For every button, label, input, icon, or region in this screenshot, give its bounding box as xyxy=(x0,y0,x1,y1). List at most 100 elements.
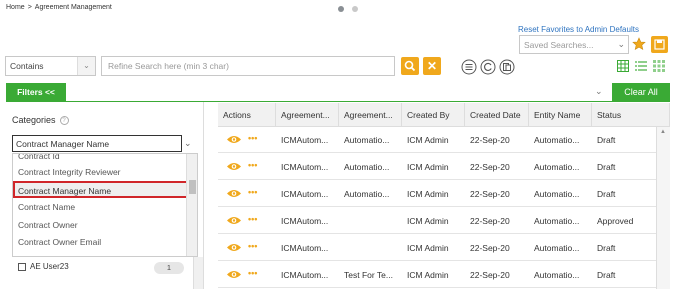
table-row[interactable]: ••• ICMAutom... Test For Te... ICM Admin 22-… xyxy=(218,262,656,288)
cell-entity: Automatio... xyxy=(534,162,580,172)
table-row[interactable]: ••• ICMAutom... ICM Admin 22-Sep-20 Automati… xyxy=(218,235,656,261)
clear-all-button[interactable]: Clear All xyxy=(612,83,670,102)
more-icon[interactable]: ••• xyxy=(248,133,257,143)
more-icon[interactable]: ••• xyxy=(248,214,257,224)
list-icon[interactable] xyxy=(635,60,647,72)
grid-view-icon[interactable] xyxy=(653,60,665,72)
filters-toggle-button[interactable]: Filters << xyxy=(6,83,66,102)
cell-name: Automatio... xyxy=(344,135,390,145)
column-header-status[interactable]: Status xyxy=(592,103,670,127)
row-actions: ••• xyxy=(218,208,276,234)
cell-created-by: ICM Admin xyxy=(407,135,449,145)
user-filter-checkbox[interactable] xyxy=(18,262,26,271)
user-filter-row[interactable]: AE User23 1 xyxy=(18,262,184,276)
search-input[interactable]: Refine Search here (min 3 char) xyxy=(101,56,395,76)
column-header-agreement-name[interactable]: Agreement... xyxy=(339,103,402,127)
cell-status: Draft xyxy=(597,270,616,280)
close-icon: ✕ xyxy=(426,59,438,73)
search-icon xyxy=(404,60,416,72)
category-option[interactable]: Contract Integrity Reviewer xyxy=(13,163,197,181)
categories-select[interactable]: Contract Manager Name xyxy=(12,135,182,152)
reset-favorites-link[interactable]: Reset Favorites to Admin Defaults xyxy=(518,25,639,34)
filter-icon[interactable] xyxy=(461,59,477,75)
carousel-dot-2[interactable] xyxy=(352,6,358,12)
row-actions: ••• xyxy=(218,181,276,207)
agreements-grid: Actions Agreement... Agreement... Create… xyxy=(218,103,670,289)
scroll-up-icon[interactable]: ▲ xyxy=(660,129,666,135)
column-header-created-by[interactable]: Created By xyxy=(402,103,465,127)
search-placeholder: Refine Search here (min 3 char) xyxy=(108,61,229,71)
cell-code[interactable]: ICMAutom... xyxy=(276,208,339,234)
row-actions: ••• xyxy=(218,127,276,153)
chevron-down-icon: ⌄ xyxy=(617,39,625,49)
categories-heading: Categories? xyxy=(12,115,69,126)
cell-status: Draft xyxy=(597,243,616,253)
column-header-entity-name[interactable]: Entity Name xyxy=(529,103,592,127)
eye-icon[interactable] xyxy=(226,134,242,145)
eye-icon[interactable] xyxy=(226,215,242,226)
eye-icon[interactable] xyxy=(226,188,242,199)
cell-code[interactable]: ICMAutom... xyxy=(276,154,339,180)
refresh-icon[interactable] xyxy=(480,59,496,75)
user-filter-count: 1 xyxy=(154,262,184,274)
cell-date: 22-Sep-20 xyxy=(470,270,510,280)
cell-code[interactable]: ICMAutom... xyxy=(276,262,339,288)
category-option[interactable]: Contract Owner Email xyxy=(13,233,197,251)
more-icon[interactable]: ••• xyxy=(248,160,257,170)
category-option[interactable]: Contract Name xyxy=(13,198,197,216)
table-row[interactable]: ••• ICMAutom... Automatio... ICM Admin 22-Se… xyxy=(218,181,656,207)
cell-status: Draft xyxy=(597,162,616,172)
cell-code[interactable]: ICMAutom... xyxy=(276,181,339,207)
category-option-selected[interactable]: Contract Manager Name xyxy=(13,180,197,198)
breadcrumb: Home > Agreement Management xyxy=(6,4,112,11)
more-icon[interactable]: ••• xyxy=(248,187,257,197)
star-icon[interactable] xyxy=(632,37,646,51)
save-search-button[interactable] xyxy=(651,36,668,53)
column-header-agreement-code[interactable]: Agreement... xyxy=(276,103,339,127)
carousel-dot-1[interactable] xyxy=(338,6,344,12)
saved-searches-select[interactable]: Saved Searches... ⌄ xyxy=(519,35,629,54)
clear-search-button[interactable]: ✕ xyxy=(423,57,441,75)
search-button[interactable] xyxy=(401,57,419,75)
cell-created-by: ICM Admin xyxy=(407,270,449,280)
cell-entity: Automatio... xyxy=(534,216,580,226)
scrollbar-thumb[interactable] xyxy=(189,180,196,194)
categories-title: Categories xyxy=(12,115,56,125)
table-row[interactable]: ••• ICMAutom... Automatio... ICM Admin 22-Se… xyxy=(218,154,656,180)
save-icon xyxy=(654,39,665,50)
help-icon[interactable]: ? xyxy=(59,116,69,126)
categories-scrollbar[interactable] xyxy=(186,154,197,256)
filter-panel-scrollbar[interactable] xyxy=(193,257,203,289)
cell-created-by: ICM Admin xyxy=(407,216,449,226)
more-icon[interactable]: ••• xyxy=(248,241,257,251)
breadcrumb-home[interactable]: Home xyxy=(6,4,25,11)
column-header-actions[interactable]: Actions xyxy=(218,103,276,127)
search-operator-select[interactable]: Contains ⌄ xyxy=(5,56,96,76)
view-switcher xyxy=(617,60,665,72)
cell-entity: Automatio... xyxy=(534,243,580,253)
table-view-icon[interactable] xyxy=(617,60,629,72)
category-option[interactable]: Contract Id xyxy=(13,154,197,163)
chevron-down-icon[interactable]: ⌄ xyxy=(184,138,192,149)
grid-scrollbar[interactable]: ▲ xyxy=(656,127,670,289)
export-icon[interactable] xyxy=(499,59,515,75)
column-header-created-date[interactable]: Created Date xyxy=(465,103,529,127)
search-operator-value: Contains xyxy=(10,61,44,71)
saved-searches-placeholder: Saved Searches... xyxy=(524,40,594,50)
cell-created-by: ICM Admin xyxy=(407,243,449,253)
eye-icon[interactable] xyxy=(226,269,242,280)
table-row[interactable]: ••• ICMAutom... Automatio... ICM Admin 22-Se… xyxy=(218,127,656,153)
chevron-down-icon[interactable]: ⌄ xyxy=(595,86,603,97)
cell-code[interactable]: ICMAutom... xyxy=(276,235,339,261)
eye-icon[interactable] xyxy=(226,242,242,253)
table-row[interactable]: ••• ICMAutom... ICM Admin 22-Sep-20 Automati… xyxy=(218,208,656,234)
eye-icon[interactable] xyxy=(226,161,242,172)
breadcrumb-separator: > xyxy=(27,4,32,11)
cell-code[interactable]: ICMAutom... xyxy=(276,127,339,153)
cell-name: Test For Te... xyxy=(344,270,393,280)
more-icon[interactable]: ••• xyxy=(248,268,257,278)
cell-date: 22-Sep-20 xyxy=(470,216,510,226)
cell-created-by: ICM Admin xyxy=(407,189,449,199)
category-option[interactable]: Contract Owner xyxy=(13,216,197,234)
cell-status: Approved xyxy=(597,216,634,226)
